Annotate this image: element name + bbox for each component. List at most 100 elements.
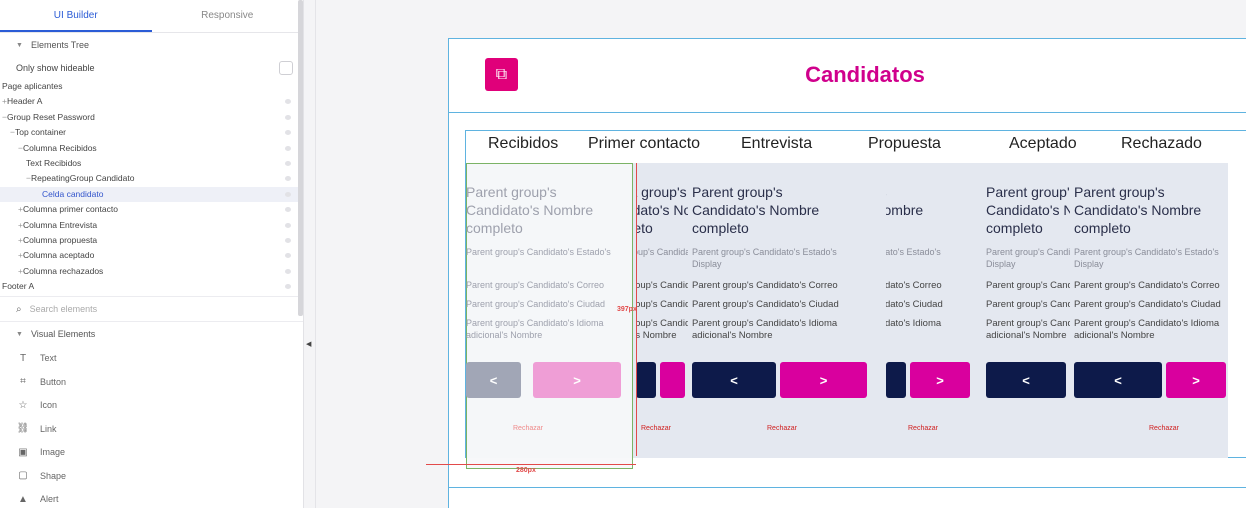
candidate-idioma[interactable]: Parent group's Candidato's Idioma: [1074, 318, 1228, 329]
visual-element-alert[interactable]: ▲ Alert: [0, 487, 303, 508]
tree-row[interactable]: +Columna Entrevista: [0, 218, 303, 233]
visual-element-image[interactable]: ▣ Image: [0, 440, 303, 464]
candidate-name[interactable]: Candidato's Nombre: [886, 202, 980, 219]
candidate-estado-display[interactable]: Display: [1074, 259, 1228, 269]
candidate-name[interactable]: completo: [1074, 220, 1228, 237]
only-hideable-checkbox[interactable]: [279, 61, 293, 75]
candidate-estado[interactable]: Parent group's Candidato's Estado's: [636, 247, 688, 257]
candidate-name[interactable]: Candidato's Nombre: [986, 202, 1070, 219]
prev-button[interactable]: [886, 362, 906, 398]
candidate-estado[interactable]: Parent group's Candidato's Estado's: [692, 247, 875, 257]
candidate-estado-display[interactable]: Display: [692, 259, 875, 269]
prev-button[interactable]: <: [692, 362, 776, 398]
tree-row[interactable]: −Group Reset Password: [0, 110, 303, 125]
candidate-name[interactable]: Parent group's: [986, 184, 1070, 201]
column-header-propuesta[interactable]: Propuesta: [868, 134, 941, 154]
tab-responsive[interactable]: Responsive: [152, 0, 304, 32]
panel-scrollbar[interactable]: [298, 0, 303, 316]
candidate-name[interactable]: completo: [636, 220, 688, 237]
visibility-icon[interactable]: [285, 130, 291, 136]
ghost-reject-link[interactable]: Rechazar: [513, 425, 543, 432]
candidate-correo[interactable]: Parent group's Candidato's Correo: [692, 280, 875, 291]
visibility-icon[interactable]: [285, 191, 291, 197]
visual-element-link[interactable]: ⛓ Link: [0, 417, 303, 441]
candidate-correo[interactable]: Parent group's Candidato's Correo: [1074, 280, 1228, 291]
candidate-idioma-nombre[interactable]: adicional's Nombre: [1074, 330, 1228, 341]
candidate-ciudad[interactable]: Parent group's Candidato's Ciudad: [986, 299, 1070, 310]
candidate-ciudad[interactable]: Parent group's Candidato's Ciudad: [692, 299, 875, 310]
column-header-recibidos[interactable]: Recibidos: [488, 134, 558, 154]
candidate-idioma-nombre[interactable]: adicional's Nombre: [986, 330, 1070, 341]
candidate-idioma-nombre[interactable]: adicional's Nombre: [692, 330, 875, 341]
tree-row[interactable]: −Top container: [0, 125, 303, 140]
candidate-estado[interactable]: Parent group's Candidato's Estado's: [886, 247, 980, 257]
candidate-name[interactable]: Candidato's Nombre: [692, 202, 875, 219]
candidate-name[interactable]: completo: [692, 220, 875, 237]
tree-row[interactable]: +Columna aceptado: [0, 248, 303, 263]
collapse-panel-icon[interactable]: ◀: [306, 340, 311, 348]
visual-element-text[interactable]: T Text: [0, 346, 303, 370]
candidate-name[interactable]: Candidato's Nombre: [636, 202, 688, 219]
visual-elements-header[interactable]: ▼ Visual Elements: [0, 322, 303, 346]
tree-row[interactable]: +Columna propuesta: [0, 233, 303, 248]
next-button[interactable]: [660, 362, 685, 398]
visibility-icon[interactable]: [285, 237, 291, 243]
tab-ui-builder[interactable]: UI Builder: [0, 0, 152, 32]
prev-button[interactable]: <: [1074, 362, 1162, 398]
candidate-correo[interactable]: Parent group's Candidato's Correo: [886, 280, 980, 291]
candidate-name[interactable]: Candidato's Nombre: [1074, 202, 1228, 219]
elements-tree-header[interactable]: ▼ Elements Tree: [0, 33, 303, 57]
candidate-idioma-nombre[interactable]: adicional's Nombre: [886, 330, 980, 341]
visibility-icon[interactable]: [285, 253, 291, 259]
reject-link[interactable]: Rechazar: [1149, 425, 1179, 432]
ghost-next-button[interactable]: >: [533, 362, 621, 398]
prev-button[interactable]: <: [986, 362, 1066, 398]
visibility-icon[interactable]: [285, 284, 291, 290]
candidate-ciudad[interactable]: Parent group's Candidato's Ciudad: [636, 299, 688, 310]
candidate-estado-display[interactable]: Display: [986, 259, 1070, 269]
candidate-idioma-nombre[interactable]: adicional's Nombre: [636, 330, 688, 341]
candidate-name[interactable]: Parent group's: [886, 184, 980, 201]
ghost-prev-button[interactable]: <: [466, 362, 521, 398]
reject-link[interactable]: Rechazar: [908, 425, 938, 432]
tree-row[interactable]: −Columna Recibidos: [0, 141, 303, 156]
reject-link[interactable]: Rechazar: [767, 425, 797, 432]
candidate-name[interactable]: Parent group's: [692, 184, 875, 201]
visual-element-icon[interactable]: ☆ Icon: [0, 393, 303, 417]
visibility-icon[interactable]: [285, 114, 291, 120]
tree-row[interactable]: Footer A: [0, 279, 303, 294]
column-header-rechazado[interactable]: Rechazado: [1121, 134, 1202, 154]
candidate-estado[interactable]: Parent group's Candidato's Estado's: [986, 247, 1070, 257]
next-button[interactable]: >: [780, 362, 867, 398]
visual-element-shape[interactable]: ▢ Shape: [0, 464, 303, 488]
candidate-ciudad[interactable]: Parent group's Candidato's Ciudad: [886, 299, 980, 310]
candidate-name[interactable]: completo: [986, 220, 1070, 237]
visibility-icon[interactable]: [285, 160, 291, 166]
column-header-primer-contacto[interactable]: Primer contacto: [588, 134, 700, 154]
tree-row[interactable]: −RepeatingGroup Candidato: [0, 171, 303, 186]
reject-link[interactable]: Rechazar: [641, 425, 671, 432]
candidate-ciudad[interactable]: Parent group's Candidato's Ciudad: [1074, 299, 1228, 310]
visibility-icon[interactable]: [285, 268, 291, 274]
visibility-icon[interactable]: [285, 145, 291, 151]
logo-icon[interactable]: ⧉: [485, 58, 518, 91]
tree-row[interactable]: +Header A: [0, 94, 303, 109]
tree-row[interactable]: Celda candidato: [0, 186, 303, 203]
candidate-correo[interactable]: Parent group's Candidato's Correo: [636, 280, 688, 291]
candidate-correo[interactable]: Parent group's Candidato's Correo: [986, 280, 1070, 291]
visibility-icon[interactable]: [285, 99, 291, 105]
visibility-icon[interactable]: [285, 176, 291, 182]
tree-row[interactable]: +Columna primer contacto: [0, 202, 303, 217]
visual-element-button[interactable]: ⌗ Button: [0, 370, 303, 394]
candidate-idioma[interactable]: Parent group's Candidato's Idioma: [986, 318, 1070, 329]
page-title[interactable]: Candidatos: [700, 58, 1030, 92]
next-button[interactable]: >: [910, 362, 970, 398]
tree-row[interactable]: +Columna rechazados: [0, 264, 303, 279]
candidate-estado[interactable]: Parent group's Candidato's Estado's: [1074, 247, 1228, 257]
search-elements[interactable]: ⌕ Search elements: [0, 296, 303, 323]
column-header-aceptado[interactable]: Aceptado: [1009, 134, 1077, 154]
candidate-name[interactable]: completo: [886, 220, 980, 237]
candidate-name[interactable]: Parent group's: [636, 184, 688, 201]
tree-row[interactable]: Page aplicantes: [0, 79, 303, 94]
visibility-icon[interactable]: [285, 207, 291, 213]
